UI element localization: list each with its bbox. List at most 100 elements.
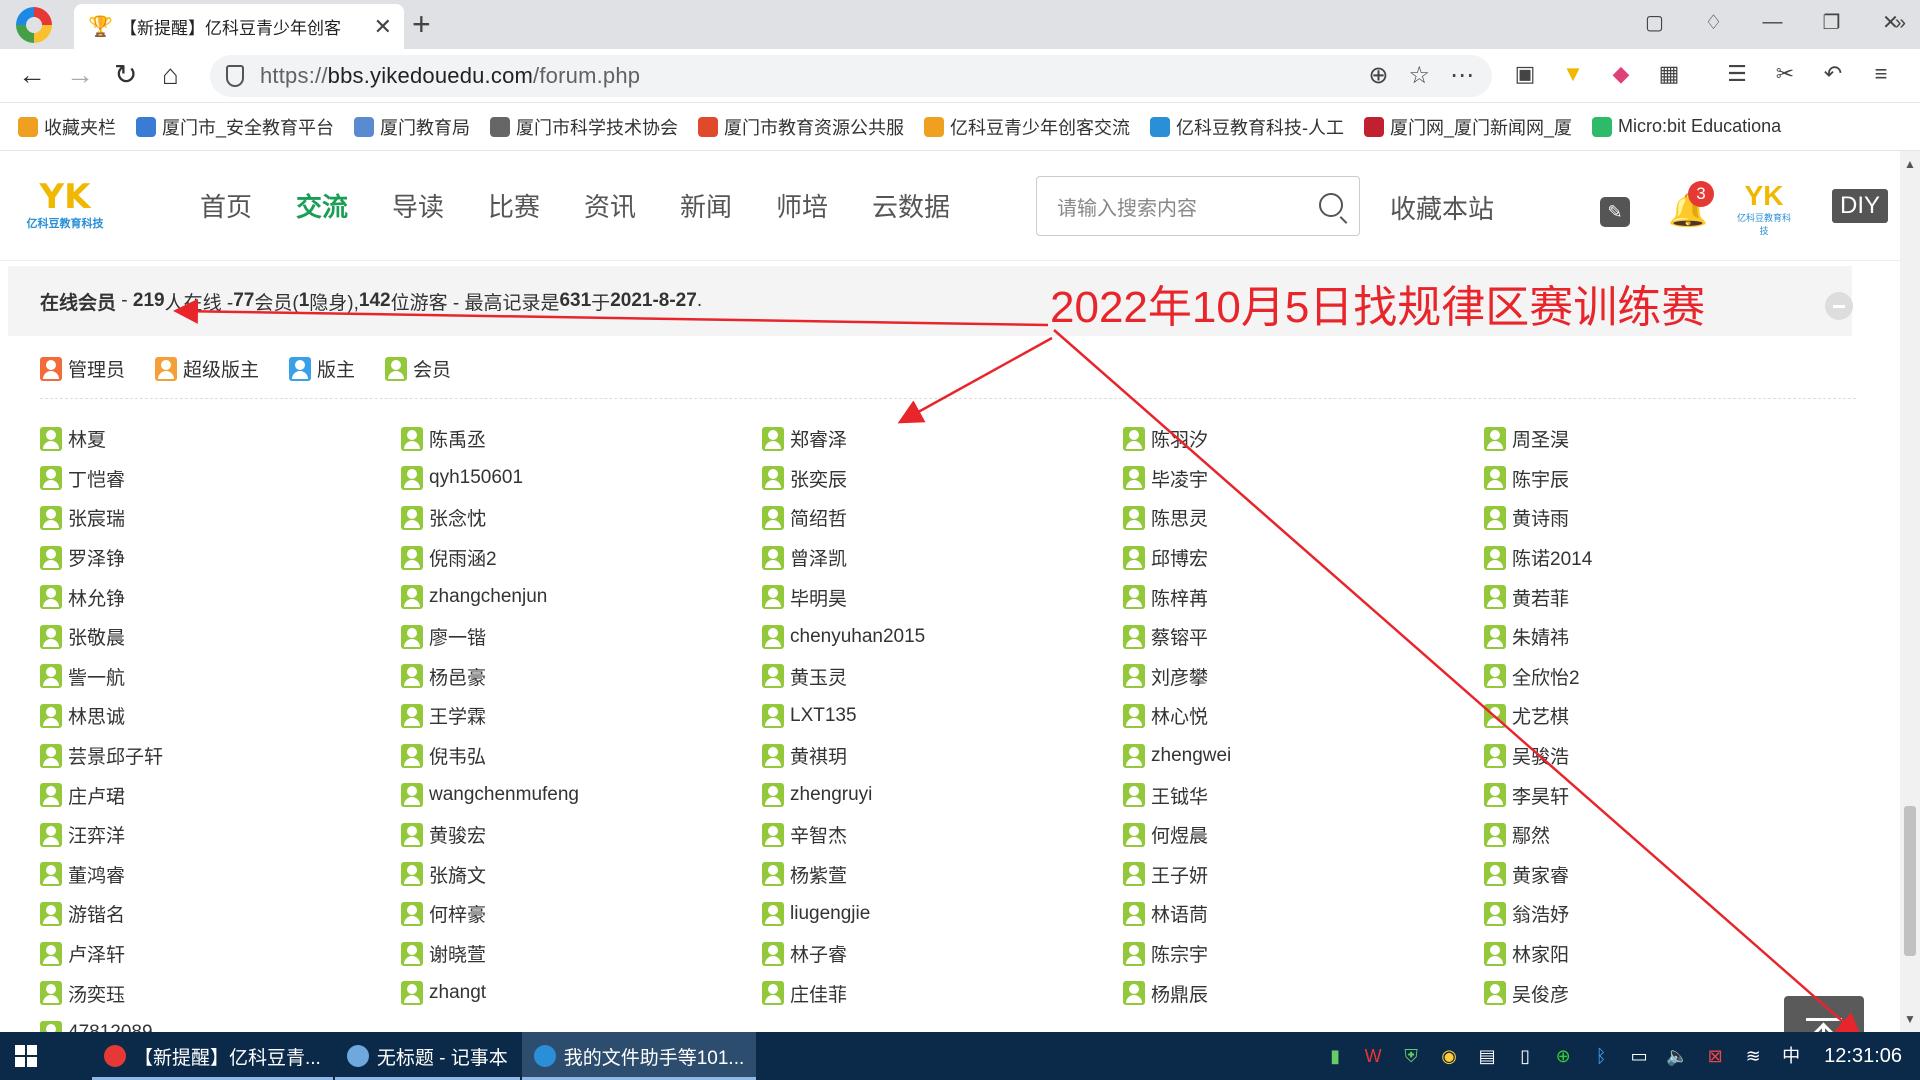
member-item[interactable]: 张宸瑞 — [40, 498, 400, 538]
member-item[interactable]: 吴骏浩 — [1484, 736, 1844, 776]
bookmark-item[interactable]: 亿科豆教育科技-人工 — [1150, 114, 1344, 140]
member-name[interactable]: 何煜晨 — [1151, 821, 1208, 848]
more-dots-icon[interactable]: ⋯ — [1450, 61, 1474, 90]
collapse-icon[interactable] — [1825, 292, 1853, 320]
member-name[interactable]: zhangt — [429, 982, 486, 1004]
nav-item[interactable]: 首页 — [200, 187, 296, 224]
legend-item[interactable]: 会员 — [385, 355, 451, 382]
bluetooth-tray-icon[interactable]: ᛒ — [1590, 1045, 1612, 1067]
member-item[interactable]: 张旖文 — [401, 855, 761, 895]
extension-icon[interactable]: ◆ — [1608, 61, 1634, 87]
member-item[interactable]: 陈羽汐 — [1123, 419, 1483, 459]
member-item[interactable]: 庄佳菲 — [762, 973, 1122, 1013]
member-name[interactable]: 罗泽铮 — [68, 544, 125, 571]
member-item[interactable]: 简绍哲 — [762, 498, 1122, 538]
menu-icon[interactable]: ≡ — [1868, 61, 1894, 87]
member-item[interactable]: 郑睿泽 — [762, 419, 1122, 459]
member-item[interactable]: 朱婧祎 — [1484, 617, 1844, 657]
member-item[interactable]: 陈梓苒 — [1123, 577, 1483, 617]
member-item[interactable]: 王子妍 — [1123, 855, 1483, 895]
member-name[interactable]: 周圣淏 — [1512, 425, 1569, 452]
member-item[interactable]: 陈禹丞 — [401, 419, 761, 459]
search-icon[interactable] — [1319, 193, 1343, 217]
member-item[interactable]: 陈宇辰 — [1484, 459, 1844, 499]
member-item[interactable]: LXT135 — [762, 696, 1122, 736]
disk-tray-icon[interactable]: ▤ — [1476, 1045, 1498, 1067]
member-name[interactable]: 朱婧祎 — [1512, 623, 1569, 650]
member-name[interactable]: 张念忱 — [429, 504, 486, 531]
security-shield-icon[interactable] — [226, 65, 244, 87]
bookmarks-more-icon[interactable]: » — [1895, 12, 1906, 35]
clock[interactable]: 12:31:06 — [1824, 1045, 1902, 1068]
member-name[interactable]: 谢晓萱 — [429, 940, 486, 967]
member-item[interactable]: 张奕辰 — [762, 459, 1122, 499]
member-name[interactable]: 董鸿睿 — [68, 861, 125, 888]
member-item[interactable]: 汪弈洋 — [40, 815, 400, 855]
member-item[interactable]: zhengwei — [1123, 736, 1483, 776]
member-item[interactable]: 李昊轩 — [1484, 775, 1844, 815]
skin-icon[interactable]: ♢ — [1684, 0, 1743, 44]
bookmark-item[interactable]: 亿科豆青少年创客交流 — [924, 114, 1130, 140]
nav-item[interactable]: 交流 — [296, 187, 392, 224]
member-name[interactable]: 黄玉灵 — [790, 663, 847, 690]
member-item[interactable]: 毕明昊 — [762, 577, 1122, 617]
member-item[interactable]: 汤奕珏 — [40, 973, 400, 1013]
member-item[interactable]: 陈思灵 — [1123, 498, 1483, 538]
pen-icon[interactable]: ✎ — [1600, 197, 1630, 227]
member-item[interactable]: 倪雨涵2 — [401, 538, 761, 578]
member-item[interactable]: 游锴名 — [40, 894, 400, 934]
member-name[interactable]: 游锴名 — [68, 900, 125, 927]
member-name[interactable]: 刘彦攀 — [1151, 663, 1208, 690]
member-item[interactable]: zhangt — [401, 973, 761, 1013]
member-name[interactable]: 倪韦弘 — [429, 742, 486, 769]
restore-button[interactable]: ❐ — [1802, 0, 1861, 44]
member-name[interactable]: 林思诚 — [68, 702, 125, 729]
bookmark-item[interactable]: 厦门市_安全教育平台 — [136, 114, 334, 140]
member-item[interactable]: wangchenmufeng — [401, 775, 761, 815]
member-name[interactable]: 张旖文 — [429, 861, 486, 888]
member-name[interactable]: 林允铮 — [68, 584, 125, 611]
member-name[interactable]: 张奕辰 — [790, 465, 847, 492]
member-item[interactable]: 杨邑豪 — [401, 657, 761, 697]
member-name[interactable]: 黄骏宏 — [429, 821, 486, 848]
member-item[interactable]: 庄卢珺 — [40, 775, 400, 815]
member-name[interactable]: 陈宗宇 — [1151, 940, 1208, 967]
bookmark-item[interactable]: 厦门市教育资源公共服 — [698, 114, 904, 140]
taskbar-task[interactable]: 【新提醒】亿科豆青... — [92, 1032, 333, 1080]
member-name[interactable]: zhangchenjun — [429, 586, 547, 608]
nav-item[interactable]: 资讯 — [584, 187, 680, 224]
member-item[interactable]: 王学霖 — [401, 696, 761, 736]
close-tab-icon[interactable]: ✕ — [374, 14, 392, 40]
member-item[interactable]: 卢泽轩 — [40, 934, 400, 974]
member-item[interactable]: 张敬晨 — [40, 617, 400, 657]
member-item[interactable]: 蔡镕平 — [1123, 617, 1483, 657]
scroll-up-icon[interactable]: ▲ — [1904, 157, 1916, 171]
nav-item[interactable]: 师培 — [776, 187, 872, 224]
diy-button[interactable]: DIY — [1832, 189, 1888, 223]
bookmark-item[interactable]: 厦门教育局 — [354, 114, 470, 140]
member-name[interactable]: 何梓豪 — [429, 900, 486, 927]
member-name[interactable]: 邱博宏 — [1151, 544, 1208, 571]
member-name[interactable]: 倪雨涵2 — [429, 544, 497, 571]
member-item[interactable]: 曾泽凯 — [762, 538, 1122, 578]
member-name[interactable]: 张宸瑞 — [68, 504, 125, 531]
member-item[interactable]: 全欣怡2 — [1484, 657, 1844, 697]
phone-tray-icon[interactable]: ▯ — [1514, 1045, 1536, 1067]
member-item[interactable]: 黄家睿 — [1484, 855, 1844, 895]
browser-tab-active[interactable]: 🏆 【新提醒】亿科豆青少年创客 ✕ — [74, 4, 404, 49]
member-name[interactable]: 林语茼 — [1151, 900, 1208, 927]
member-name[interactable]: 黄若菲 — [1512, 584, 1569, 611]
site-logo[interactable]: YK 亿科豆教育科技 — [20, 179, 110, 235]
member-name[interactable]: 翁浩妤 — [1512, 900, 1569, 927]
member-name[interactable]: 吴骏浩 — [1512, 742, 1569, 769]
ime-indicator[interactable]: 中 — [1780, 1045, 1802, 1067]
member-item[interactable]: 丁恺睿 — [40, 459, 400, 499]
member-name[interactable]: 汤奕珏 — [68, 980, 125, 1007]
wifi-tray-icon[interactable]: ≋ — [1742, 1045, 1764, 1067]
member-name[interactable]: 尤艺棋 — [1512, 702, 1569, 729]
member-name[interactable]: 蔡镕平 — [1151, 623, 1208, 650]
shield-tray-icon[interactable]: ⛨ — [1400, 1045, 1422, 1067]
member-name[interactable]: 陈梓苒 — [1151, 584, 1208, 611]
member-name[interactable]: 陈羽汐 — [1151, 425, 1208, 452]
member-item[interactable]: 毕凌宇 — [1123, 459, 1483, 499]
